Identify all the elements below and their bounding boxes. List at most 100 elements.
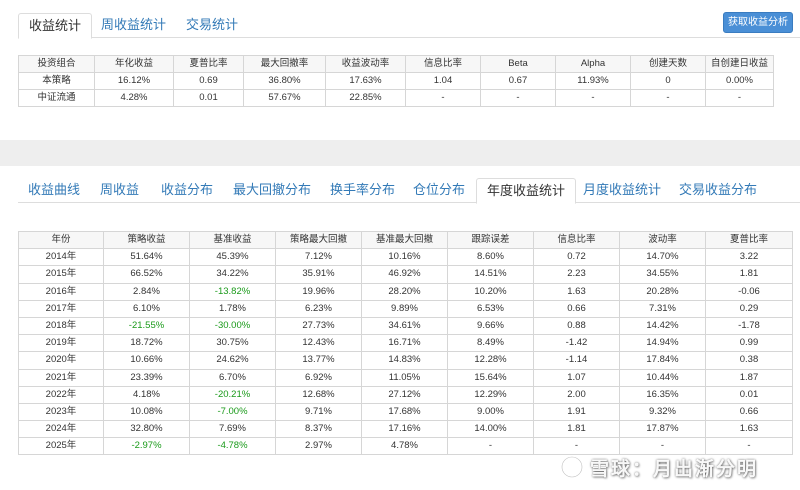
annual-cell: 6.70% xyxy=(189,368,276,387)
annual-cell: 20.28% xyxy=(619,282,706,301)
annual-cell: 24.62% xyxy=(189,351,276,370)
annual-cell: 2025年 xyxy=(18,437,104,456)
section-divider xyxy=(0,140,800,166)
annual-cell: 0.99 xyxy=(705,334,793,353)
annual-cell: 34.22% xyxy=(189,265,276,284)
annual-cell: 17.84% xyxy=(619,351,706,370)
annual-cell: 2014年 xyxy=(18,248,104,267)
annual-cell: 30.75% xyxy=(189,334,276,353)
annual-cell: 14.51% xyxy=(447,265,534,284)
annual-cell: 8.60% xyxy=(447,248,534,267)
summary-header-cell: 创建天数 xyxy=(630,55,706,73)
annual-cell: 9.32% xyxy=(619,402,706,422)
tab-monthly-return-stats[interactable]: 月度收益统计 xyxy=(573,178,671,203)
tab-return-stats[interactable]: 收益统计 xyxy=(18,13,93,39)
summary-table: 投资组合 年化收益 夏普比率 最大回撤率 收益波动率 信息比率 Beta Alpha 创建天数自… xyxy=(18,55,774,107)
annual-cell: -30.00% xyxy=(189,316,276,336)
annual-cell: 6.92% xyxy=(275,368,362,387)
get-analysis-button[interactable]: 获取收益分析 xyxy=(723,12,793,33)
tab-max-drawdown-distribution[interactable]: 最大回撤分布 xyxy=(223,178,321,203)
annual-cell: -1.14 xyxy=(533,351,620,370)
annual-cell: 1.81 xyxy=(533,420,620,439)
tab-trade-stats[interactable]: 交易统计 xyxy=(176,13,248,38)
annual-cell: 0.66 xyxy=(533,299,620,318)
summary-cell: 本策略 xyxy=(18,72,95,90)
annual-cell: -2.97% xyxy=(103,437,190,456)
annual-header-cell: 年份 xyxy=(18,230,104,250)
annual-row: 2014年 51.64% 45.39% 7.12% 10.16% 8.60% 0.72 14.… xyxy=(18,248,793,267)
annual-cell: 2021年 xyxy=(18,368,104,387)
tab-return-curve[interactable]: 收益曲线 xyxy=(18,178,90,203)
annual-cell: -0.06 xyxy=(705,282,793,301)
tab-position-distribution[interactable]: 仓位分布 xyxy=(403,178,475,203)
annual-cell: 8.37% xyxy=(275,420,362,439)
summary-header-cell: 最大回撤率 xyxy=(243,55,326,73)
annual-cell: 1.81 xyxy=(705,265,793,284)
annual-cell: 2022年 xyxy=(18,385,104,404)
annual-cell: 1.07 xyxy=(533,368,620,387)
annual-cell: 2018年 xyxy=(18,316,104,336)
annual-header-cell: 波动率 xyxy=(619,230,706,250)
tab-trade-return-distribution[interactable]: 交易收益分布 xyxy=(669,178,767,203)
annual-cell: 19.96% xyxy=(275,282,362,301)
stats-panel: 收益统计 周收益统计 交易统计 获取收益分析 投资组合 年化收益 夏普比率 最大回撤率… xyxy=(0,0,800,140)
annual-cell: 0.88 xyxy=(533,316,620,336)
annual-cell: 28.20% xyxy=(361,282,448,301)
summary-cell: 11.93% xyxy=(555,72,631,90)
annual-cell: 12.43% xyxy=(275,334,362,353)
annual-cell: 7.69% xyxy=(189,420,276,439)
annual-cell: 2.23 xyxy=(533,265,620,284)
annual-cell: 3.22 xyxy=(705,248,793,267)
annual-cell: 0.38 xyxy=(705,351,793,370)
annual-cell: 2024年 xyxy=(18,420,104,439)
annual-cell: 27.73% xyxy=(275,316,362,336)
summary-cell: 17.63% xyxy=(325,72,406,90)
annual-cell: 14.42% xyxy=(619,316,706,336)
tab-return-distribution[interactable]: 收益分布 xyxy=(151,178,223,203)
annual-cell: 27.12% xyxy=(361,385,448,404)
tab-weekly-return-stats[interactable]: 周收益统计 xyxy=(91,13,176,38)
annual-cell: 14.94% xyxy=(619,334,706,353)
summary-header-cell: 夏普比率 xyxy=(173,55,244,73)
annual-header-cell: 策略最大回撤 xyxy=(275,230,362,250)
tab-weekly-return[interactable]: 周收益 xyxy=(90,178,149,203)
annual-row: 2021年 23.39% 6.70% 6.92% 11.05% 15.64% 1.07 10.… xyxy=(18,368,793,387)
annual-cell: 1.63 xyxy=(705,420,793,439)
annual-cell: 46.92% xyxy=(361,265,448,284)
summary-cell: 1.04 xyxy=(405,72,481,90)
annual-cell: 23.39% xyxy=(103,368,190,387)
annual-header-cell: 夏普比率 xyxy=(705,230,793,250)
annual-cell: 14.00% xyxy=(447,420,534,439)
annual-cell: 1.63 xyxy=(533,282,620,301)
summary-cell: 0.67 xyxy=(480,72,556,90)
annual-cell: 9.71% xyxy=(275,402,362,422)
summary-row: 中证流通 4.28% 0.01 57.67% 22.85% - - - - - xyxy=(18,89,774,107)
annual-cell: 10.20% xyxy=(447,282,534,301)
annual-cell: 1.78% xyxy=(189,299,276,318)
summary-cell: 22.85% xyxy=(325,89,406,107)
annual-cell: 13.77% xyxy=(275,351,362,370)
annual-cell: -4.78% xyxy=(189,437,276,456)
annual-cell: 2017年 xyxy=(18,299,104,318)
annual-row: 2022年 4.18% -20.21% 12.68% 27.12% 12.29% 2.00 1… xyxy=(18,385,793,404)
summary-cell: 0.69 xyxy=(173,72,244,90)
annual-cell: 4.78% xyxy=(361,437,448,456)
summary-header-cell: 自创建日收益 xyxy=(705,55,774,73)
annual-cell: 9.66% xyxy=(447,316,534,336)
annual-cell: 45.39% xyxy=(189,248,276,267)
annual-row: 2024年 32.80% 7.69% 8.37% 17.16% 14.00% 1.81 17.… xyxy=(18,420,793,439)
annual-cell: 1.87 xyxy=(705,368,793,387)
annual-cell: 51.64% xyxy=(103,248,190,267)
annual-cell: 14.83% xyxy=(361,351,448,370)
annual-cell: 2023年 xyxy=(18,402,104,422)
annual-cell: 12.68% xyxy=(275,385,362,404)
annual-cell: 10.08% xyxy=(103,402,190,422)
annual-cell: 6.53% xyxy=(447,299,534,318)
annual-cell: 10.44% xyxy=(619,368,706,387)
tab-annual-return-stats[interactable]: 年度收益统计 xyxy=(476,178,577,204)
summary-cell: 4.28% xyxy=(94,89,174,107)
annual-cell: 2.97% xyxy=(275,437,362,456)
summary-header-cell: 信息比率 xyxy=(405,55,481,73)
tab-turnover-distribution[interactable]: 换手率分布 xyxy=(320,178,405,203)
annual-cell: -13.82% xyxy=(189,282,276,301)
